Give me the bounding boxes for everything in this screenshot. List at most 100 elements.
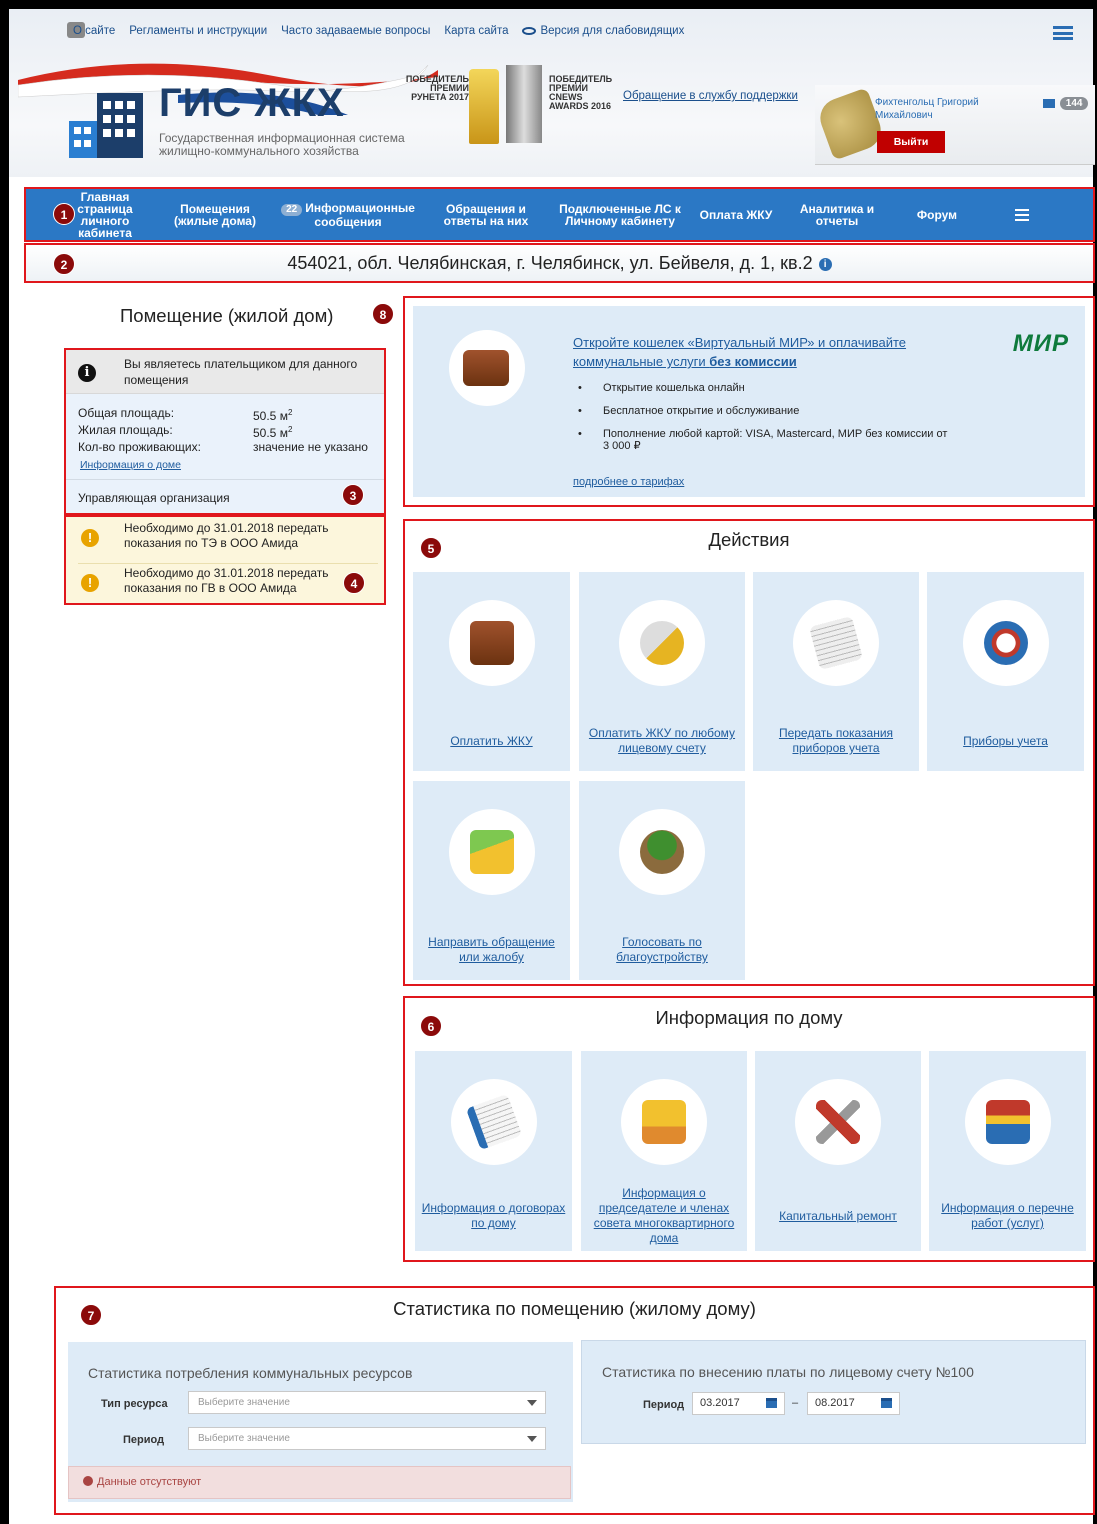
marker-4: 4 xyxy=(343,572,365,594)
nav-item-connected-accounts[interactable]: Подключенные ЛС к Личному кабинету xyxy=(550,203,690,227)
total-area-value: 50.5 м2 xyxy=(253,408,293,423)
meters-tile[interactable]: Приборы учета xyxy=(927,572,1084,771)
house-paint-icon xyxy=(985,1100,1030,1144)
warnings-panel: ! Необходимо до 31.01.2018 передать пока… xyxy=(64,515,386,605)
period-select[interactable]: Выберите значение xyxy=(188,1427,546,1450)
stats-title: Статистика по помещению (жилому дому) xyxy=(393,1298,756,1319)
chevron-down-icon xyxy=(527,1436,537,1442)
messages-badge: 22 xyxy=(281,203,303,216)
warning-text: Необходимо до 31.01.2018 передать показа… xyxy=(124,521,329,550)
no-data-alert: Данные отсутствуют xyxy=(68,1466,571,1499)
payment-period-label: Период xyxy=(643,1399,685,1411)
trophy-icon xyxy=(469,69,499,144)
accessibility-label: Версия для слабовидящих xyxy=(540,25,685,37)
date-to-input[interactable]: 08.2017 xyxy=(807,1392,900,1415)
tile-label: Голосовать по благоустройству xyxy=(616,935,708,964)
top-link-faq[interactable]: Часто задаваемые вопросы xyxy=(281,25,430,37)
nav-more-button[interactable] xyxy=(982,208,1062,221)
eye-icon xyxy=(522,26,537,35)
date-from-input[interactable]: 03.2017 xyxy=(692,1392,785,1415)
award-cnews: ПОБЕДИТЕЛЬ ПРЕМИИ CNEWS AWARDS 2016 xyxy=(549,74,613,111)
wrench-screwdriver-icon xyxy=(816,1100,860,1144)
nav-item-messages[interactable]: 22 Информационные сообщения xyxy=(274,202,422,228)
resource-type-label: Тип ресурса xyxy=(101,1398,168,1410)
top-link-accessibility[interactable]: Версия для слабовидящих xyxy=(522,25,684,37)
info-icon[interactable]: i xyxy=(818,257,832,271)
nav-item-forum[interactable]: Форум xyxy=(892,209,982,221)
logout-button[interactable]: Выйти xyxy=(877,131,945,153)
address-bar: 454021, обл. Челябинская, г. Челябинск, … xyxy=(24,243,1095,283)
folder-person-icon xyxy=(642,1100,686,1144)
payer-notice: i Вы являетесь плательщиком для данного … xyxy=(66,350,384,394)
header: О сайте Регламенты и инструкции Часто за… xyxy=(9,9,1095,177)
promo-title[interactable]: Откройте кошелек «Виртуальный МИР» и опл… xyxy=(573,333,933,371)
total-area-label: Общая площадь: xyxy=(78,406,175,420)
resource-type-select[interactable]: Выберите значение xyxy=(188,1391,546,1414)
mir-logo: МИР xyxy=(1012,330,1069,357)
top-link-sitemap[interactable]: Карта сайта xyxy=(444,25,508,37)
tile-label: Передать показания приборов учета xyxy=(778,726,894,755)
actions-title: Действия xyxy=(708,529,790,550)
pay-utilities-tile[interactable]: Оплатить ЖКУ xyxy=(413,572,570,771)
warning-item: ! Необходимо до 31.01.2018 передать пока… xyxy=(78,519,378,559)
top-link-regulations[interactable]: Регламенты и инструкции xyxy=(129,25,267,37)
award-runet: ПОБЕДИТЕЛЬ ПРЕМИИ РУНЕТА 2017 xyxy=(405,74,469,102)
payer-note: Вы являетесь плательщиком для данного по… xyxy=(124,357,358,387)
nav-item-analytics[interactable]: Аналитика и отчеты xyxy=(782,203,892,227)
marker-8: 8 xyxy=(372,303,394,325)
marker-2: 2 xyxy=(53,253,75,275)
date-separator: – xyxy=(792,1397,799,1409)
nav-item-payment[interactable]: Оплата ЖКУ xyxy=(690,209,782,221)
logo-title[interactable]: ГИС ЖКХ xyxy=(159,81,345,126)
promo-panel: Откройте кошелек «Виртуальный МИР» и опл… xyxy=(403,296,1095,507)
alert-icon xyxy=(83,1476,93,1486)
promo-bullets: Открытие кошелька онлайн Бесплатное откр… xyxy=(578,382,948,463)
living-area-label: Жилая площадь: xyxy=(78,423,173,437)
user-name[interactable]: Фихтенгольц Григорий Михайлович xyxy=(875,96,1015,122)
address-text: 454021, обл. Челябинская, г. Челябинск, … xyxy=(287,253,813,273)
calendar-icon[interactable] xyxy=(766,1398,777,1408)
top-links: О сайте Регламенты и инструкции Часто за… xyxy=(73,25,684,37)
top-link-about[interactable]: О сайте xyxy=(73,25,115,37)
warning-item: ! Необходимо до 31.01.2018 передать пока… xyxy=(78,563,378,603)
promo-bullet: Бесплатное открытие и обслуживание xyxy=(578,405,948,417)
tariffs-link[interactable]: подробнее о тарифах xyxy=(573,476,684,488)
management-org[interactable]: Управляющая организация xyxy=(66,479,384,516)
tile-label: Оплатить ЖКУ по любому лицевому счету xyxy=(588,726,736,755)
mir-promo: Откройте кошелек «Виртуальный МИР» и опл… xyxy=(413,306,1085,497)
date-to-value: 08.2017 xyxy=(815,1397,855,1409)
calendar-icon[interactable] xyxy=(881,1398,892,1408)
payment-card: Статистика по внесению платы по лицевому… xyxy=(581,1340,1086,1444)
nav-item-premises[interactable]: Помещения (жилые дома) xyxy=(156,203,274,227)
tree-bench-icon xyxy=(640,830,684,874)
mail-link[interactable]: 144 xyxy=(1043,97,1089,110)
pay-any-account-tile[interactable]: Оплатить ЖКУ по любому лицевому счету xyxy=(579,572,745,771)
nav-item-home[interactable]: Главная страница личного кабинета xyxy=(26,191,156,239)
room-title: Помещение (жилой дом) xyxy=(120,305,334,326)
capital-repair-tile[interactable]: Капитальный ремонт xyxy=(755,1051,921,1251)
support-link[interactable]: Обращение в службу поддержки xyxy=(623,90,798,102)
council-tile[interactable]: Информация о председателе и членах совет… xyxy=(581,1051,747,1251)
submit-readings-tile[interactable]: Передать показания приборов учета xyxy=(753,572,919,771)
user-panel: Фихтенгольц Григорий Михайлович Выйти 14… xyxy=(814,85,1095,165)
send-appeal-tile[interactable]: Направить обращение или жалобу xyxy=(413,781,570,980)
nav-item-appeals[interactable]: Обращения и ответы на них xyxy=(422,203,550,227)
no-data-text: Данные отсутствуют xyxy=(97,1476,202,1488)
tile-label: Информация о перечне работ (услуг) xyxy=(941,1201,1074,1230)
house-info-link[interactable]: Информация о доме xyxy=(80,459,181,471)
vote-improvement-tile[interactable]: Голосовать по благоустройству xyxy=(579,781,745,980)
promo-bullet: Открытие кошелька онлайн xyxy=(578,382,948,394)
contracts-tile[interactable]: Информация о договорах по дому xyxy=(415,1051,572,1251)
room-info-panel: i Вы являетесь плательщиком для данного … xyxy=(64,348,386,515)
works-list-tile[interactable]: Информация о перечне работ (услуг) xyxy=(929,1051,1086,1251)
wallet-icon xyxy=(469,621,514,665)
period-label: Период xyxy=(123,1434,165,1446)
award-tower-icon xyxy=(506,65,542,143)
tile-label: Информация о договорах по дому xyxy=(421,1201,566,1230)
tile-label: Приборы учета xyxy=(963,733,1048,748)
menu-icon[interactable] xyxy=(1053,26,1073,40)
chevron-down-icon xyxy=(527,1400,537,1406)
tile-label: Направить обращение или жалобу xyxy=(428,935,555,964)
payment-title: Статистика по внесению платы по лицевому… xyxy=(602,1364,974,1380)
actions-panel: Действия Оплатить ЖКУ Оплатить ЖКУ по лю… xyxy=(403,519,1095,986)
